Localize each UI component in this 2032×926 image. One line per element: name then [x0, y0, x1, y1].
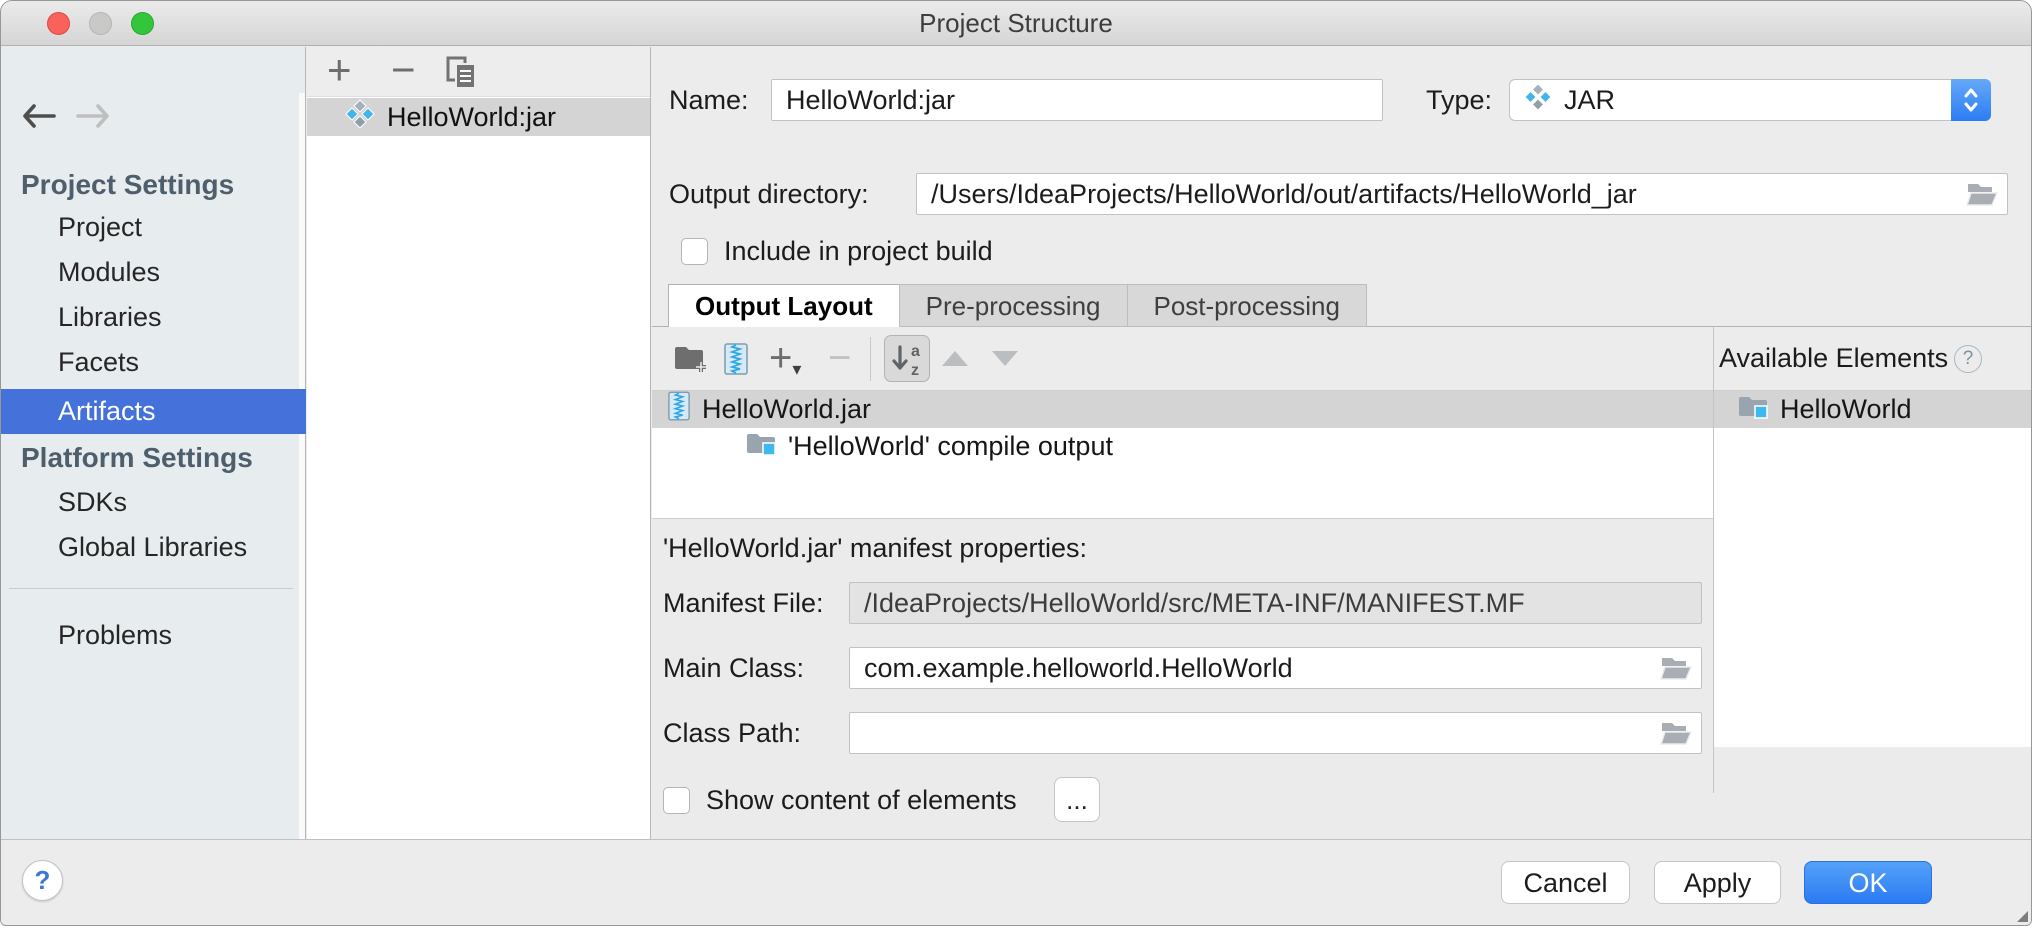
output-directory-label: Output directory: — [669, 173, 869, 215]
sidebar-item-modules[interactable]: Modules — [1, 250, 306, 295]
open-folder-icon[interactable] — [1660, 655, 1692, 686]
help-icon[interactable]: ? — [1954, 345, 1982, 373]
type-select[interactable]: JAR — [1509, 79, 1991, 121]
type-label: Type: — [1426, 79, 1492, 121]
module-icon — [746, 430, 776, 463]
lower-filler — [1714, 747, 2031, 841]
output-directory-field — [916, 173, 2008, 215]
module-icon — [1738, 393, 1768, 426]
artifact-list-item[interactable]: HelloWorld:jar — [307, 98, 650, 136]
stepper-icon[interactable] — [1951, 79, 1991, 121]
cancel-button[interactable]: Cancel — [1501, 861, 1630, 904]
output-directory-input[interactable] — [916, 173, 2008, 215]
sidebar-header-project-settings: Project Settings — [1, 162, 306, 207]
artifact-icon — [345, 99, 375, 136]
include-in-build-checkbox[interactable] — [681, 238, 708, 265]
tab-post-processing[interactable]: Post-processing — [1127, 284, 1367, 327]
output-layout-toolbar: +▾ − a z Available Elements ? — [652, 327, 2031, 391]
settings-sidebar: Project Settings Project Modules Librari… — [1, 47, 306, 839]
sidebar-item-sdks[interactable]: SDKs — [1, 480, 306, 525]
open-folder-icon[interactable] — [1966, 181, 1998, 212]
copy-artifact-button[interactable] — [445, 56, 479, 95]
manifest-section: 'HelloWorld.jar' manifest properties: Ma… — [652, 518, 1713, 841]
sidebar-divider — [9, 588, 293, 589]
remove-icon[interactable]: − — [828, 327, 851, 390]
tab-bar: Output Layout Pre-processing Post-proces… — [669, 284, 1367, 327]
help-button[interactable]: ? — [22, 860, 63, 901]
sidebar-item-artifacts[interactable]: Artifacts — [1, 389, 306, 434]
svg-text:a: a — [911, 343, 920, 360]
artifact-icon — [1524, 83, 1552, 118]
include-in-build-label: Include in project build — [724, 236, 993, 267]
tree-row-label: HelloWorld.jar — [702, 394, 871, 425]
sidebar-item-libraries[interactable]: Libraries — [1, 295, 306, 340]
available-element-label: HelloWorld — [1780, 394, 1912, 425]
forward-arrow-icon[interactable] — [73, 102, 113, 132]
main-class-label: Main Class: — [663, 647, 804, 689]
artifact-details-panel: Name: Type: JAR Output directory: — [652, 47, 2031, 839]
artifacts-list-panel: + − HelloWorld:jar — [307, 47, 651, 839]
class-path-label: Class Path: — [663, 712, 801, 754]
add-dropdown-icon[interactable]: +▾ — [769, 327, 801, 390]
class-path-field — [849, 712, 1702, 754]
back-arrow-icon[interactable] — [21, 102, 61, 132]
output-layout-tree: HelloWorld.jar 'HelloWorld' compile outp… — [652, 391, 1713, 518]
sort-az-icon[interactable]: a z — [884, 335, 930, 382]
jar-archive-icon — [668, 391, 690, 428]
resize-handle[interactable] — [2017, 911, 2028, 922]
show-content-checkbox[interactable] — [663, 787, 690, 814]
svg-text:z: z — [911, 362, 919, 379]
tab-output-layout[interactable]: Output Layout — [668, 284, 900, 327]
main-class-field — [849, 647, 1702, 689]
name-input[interactable] — [771, 79, 1383, 121]
show-content-label: Show content of elements — [706, 785, 1017, 816]
sidebar-item-facets[interactable]: Facets — [1, 340, 306, 385]
titlebar: Project Structure — [1, 1, 2031, 46]
tab-pre-processing[interactable]: Pre-processing — [899, 284, 1128, 327]
available-element-row[interactable]: HelloWorld — [1714, 391, 2031, 428]
remove-artifact-button[interactable]: − — [391, 47, 416, 97]
window-title: Project Structure — [1, 1, 2031, 46]
tree-row-jar[interactable]: HelloWorld.jar — [652, 391, 1713, 428]
include-in-build-row: Include in project build — [681, 236, 993, 267]
artifacts-toolbar: + − — [307, 47, 650, 97]
sidebar-header-platform-settings: Platform Settings — [1, 435, 306, 480]
jar-archive-icon[interactable] — [724, 327, 748, 390]
manifest-file-label: Manifest File: — [663, 582, 824, 624]
move-down-icon[interactable] — [992, 327, 1018, 390]
class-path-input[interactable] — [849, 712, 1702, 754]
new-folder-icon[interactable] — [673, 327, 709, 390]
sidebar-item-project[interactable]: Project — [1, 205, 306, 250]
ok-button[interactable]: OK — [1804, 861, 1932, 904]
main-class-input[interactable] — [849, 647, 1702, 689]
open-folder-icon[interactable] — [1660, 720, 1692, 751]
dialog-footer: ? Cancel Apply OK — [1, 839, 2031, 925]
project-structure-dialog: Project Structure Project Settings Proje… — [0, 0, 2032, 926]
available-elements-list: HelloWorld — [1714, 391, 2031, 747]
add-artifact-button[interactable]: + — [327, 47, 352, 97]
tree-row-compile-output[interactable]: 'HelloWorld' compile output — [652, 428, 1713, 465]
name-label: Name: — [669, 79, 749, 121]
more-options-button[interactable]: ... — [1054, 777, 1100, 822]
manifest-file-input — [849, 582, 1702, 624]
sidebar-item-global-libraries[interactable]: Global Libraries — [1, 525, 306, 570]
move-up-icon[interactable] — [942, 327, 968, 390]
show-content-row: Show content of elements — [663, 785, 1017, 816]
artifact-list-item-label: HelloWorld:jar — [387, 102, 556, 133]
sidebar-item-problems[interactable]: Problems — [1, 613, 306, 658]
available-elements-title: Available Elements — [1719, 327, 1948, 390]
type-select-value: JAR — [1564, 85, 1615, 116]
apply-button[interactable]: Apply — [1654, 861, 1781, 904]
manifest-heading: 'HelloWorld.jar' manifest properties: — [663, 531, 1087, 566]
toolbar-separator — [870, 337, 871, 381]
tree-row-label: 'HelloWorld' compile output — [788, 431, 1113, 462]
